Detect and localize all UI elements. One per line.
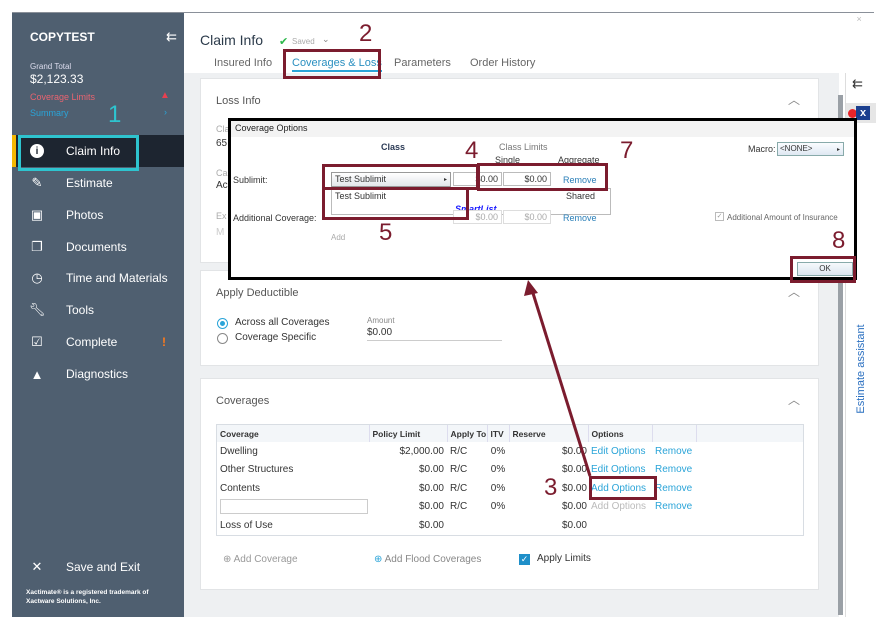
annotation-arrow: [524, 280, 592, 477]
